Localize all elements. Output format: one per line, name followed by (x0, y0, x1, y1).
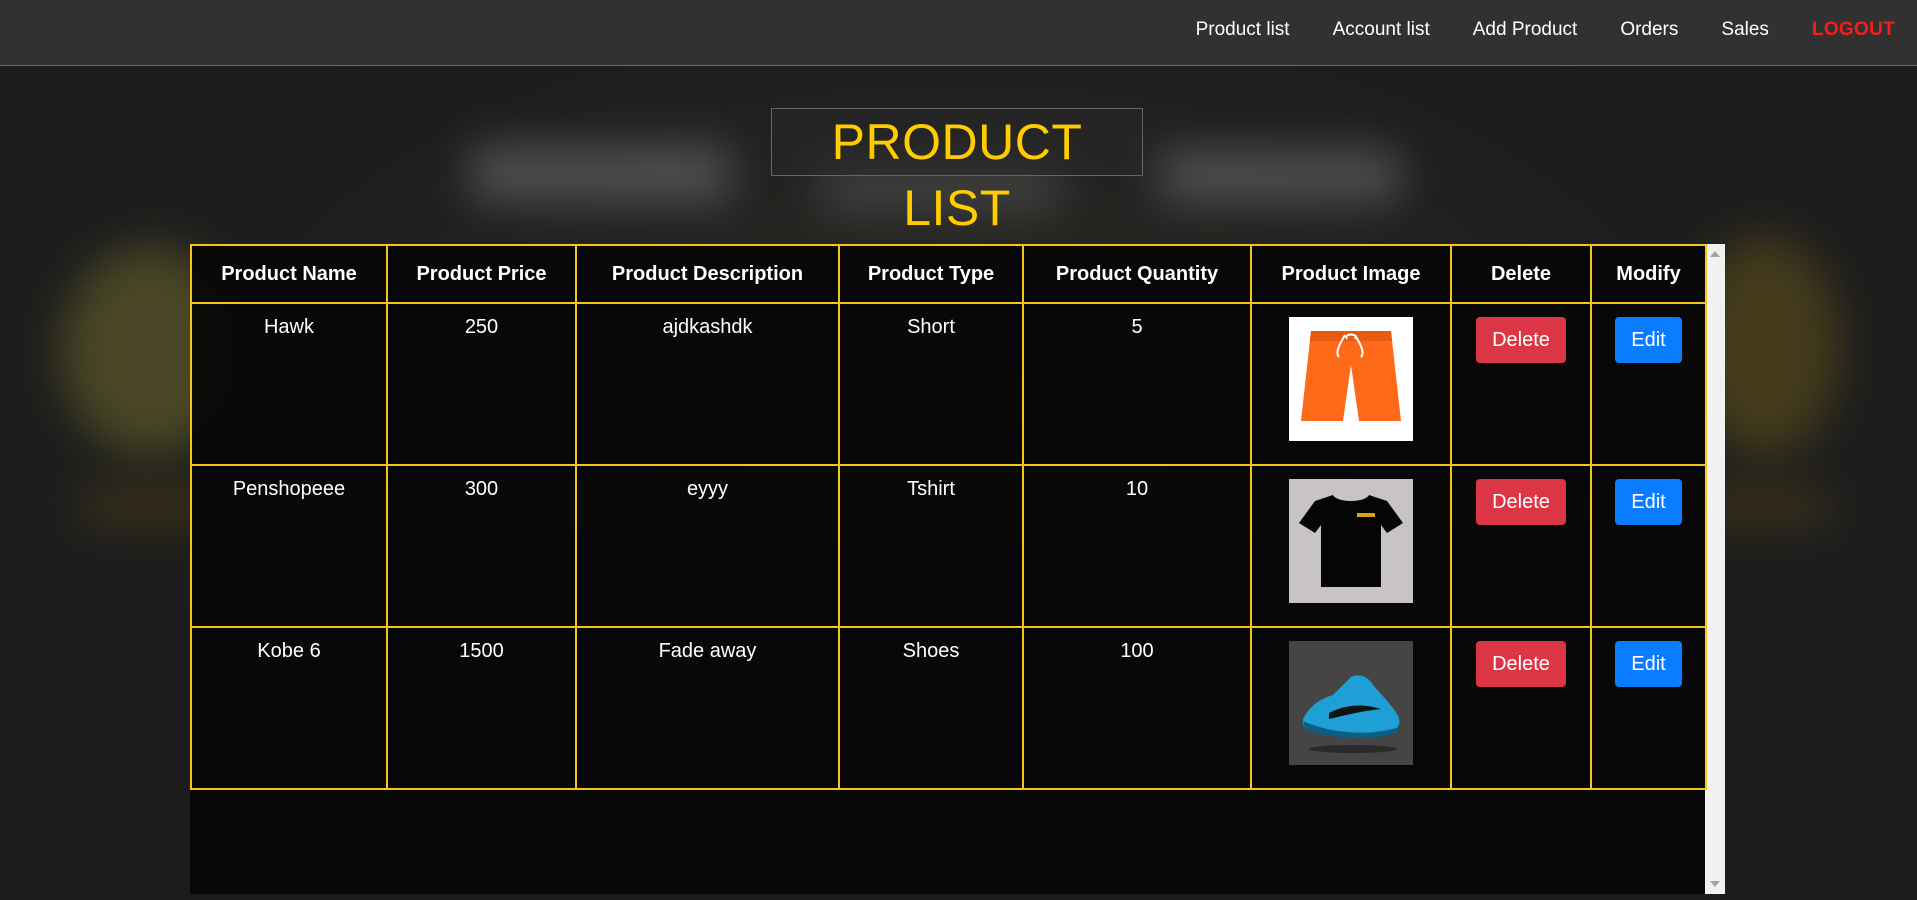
edit-button[interactable]: Edit (1615, 317, 1682, 363)
product-image-black-tshirt (1289, 479, 1413, 603)
top-navbar: Product list Account list Add Product Or… (0, 0, 1917, 66)
cell-delete: Delete (1450, 626, 1592, 790)
header-product-image: Product Image (1250, 244, 1452, 304)
cell-modify: Edit (1590, 302, 1707, 466)
nav-product-list[interactable]: Product list (1196, 19, 1290, 41)
cell-product-quantity: 10 (1022, 464, 1252, 628)
header-product-quantity: Product Quantity (1022, 244, 1252, 304)
delete-button[interactable]: Delete (1476, 641, 1566, 687)
page-title: PRODUCT LIST (771, 108, 1143, 236)
product-table: Product Name Product Price Product Descr… (190, 244, 1707, 790)
header-product-description: Product Description (575, 244, 840, 304)
cell-product-price: 300 (386, 464, 577, 628)
edit-button[interactable]: Edit (1615, 479, 1682, 525)
cell-product-type: Short (838, 302, 1024, 466)
cell-product-type: Shoes (838, 626, 1024, 790)
header-product-name: Product Name (190, 244, 388, 304)
main-nav: Product list Account list Add Product Or… (1153, 0, 1895, 60)
table-header-row: Product Name Product Price Product Descr… (190, 244, 1707, 304)
edit-button[interactable]: Edit (1615, 641, 1682, 687)
cell-product-image (1250, 464, 1452, 628)
cell-product-image (1250, 302, 1452, 466)
nav-orders[interactable]: Orders (1620, 19, 1678, 41)
delete-button[interactable]: Delete (1476, 479, 1566, 525)
product-image-orange-shorts (1289, 317, 1413, 441)
table-row: Kobe 6 1500 Fade away Shoes 100 Delete E… (190, 626, 1707, 790)
cell-product-description: eyyy (575, 464, 840, 628)
background-blur-shape (1160, 151, 1400, 201)
header-product-price: Product Price (386, 244, 577, 304)
logout-link[interactable]: LOGOUT (1812, 19, 1895, 41)
cell-product-price: 1500 (386, 626, 577, 790)
product-image-blue-shoe (1289, 641, 1413, 765)
cell-product-image (1250, 626, 1452, 790)
nav-add-product[interactable]: Add Product (1473, 19, 1578, 41)
cell-modify: Edit (1590, 626, 1707, 790)
scroll-up-arrow-icon[interactable] (1710, 251, 1720, 257)
cell-product-description: ajdkashdk (575, 302, 840, 466)
nav-account-list[interactable]: Account list (1333, 19, 1430, 41)
nav-sales[interactable]: Sales (1721, 19, 1769, 41)
header-modify: Modify (1590, 244, 1707, 304)
header-delete: Delete (1450, 244, 1592, 304)
cell-delete: Delete (1450, 464, 1592, 628)
cell-delete: Delete (1450, 302, 1592, 466)
cell-product-quantity: 100 (1022, 626, 1252, 790)
table-row: Penshopeee 300 eyyy Tshirt 10 Delete Edi… (190, 464, 1707, 628)
cell-product-name: Penshopeee (190, 464, 388, 628)
cell-modify: Edit (1590, 464, 1707, 628)
cell-product-description: Fade away (575, 626, 840, 790)
cell-product-quantity: 5 (1022, 302, 1252, 466)
cell-product-name: Hawk (190, 302, 388, 466)
delete-button[interactable]: Delete (1476, 317, 1566, 363)
header-product-type: Product Type (838, 244, 1024, 304)
cell-product-name: Kobe 6 (190, 626, 388, 790)
background-blur-shape (470, 146, 730, 201)
vertical-scrollbar[interactable] (1705, 244, 1725, 894)
cell-product-type: Tshirt (838, 464, 1024, 628)
scroll-down-arrow-icon[interactable] (1710, 881, 1720, 887)
table-row: Hawk 250 ajdkashdk Short 5 Delete Edit (190, 302, 1707, 466)
cell-product-price: 250 (386, 302, 577, 466)
